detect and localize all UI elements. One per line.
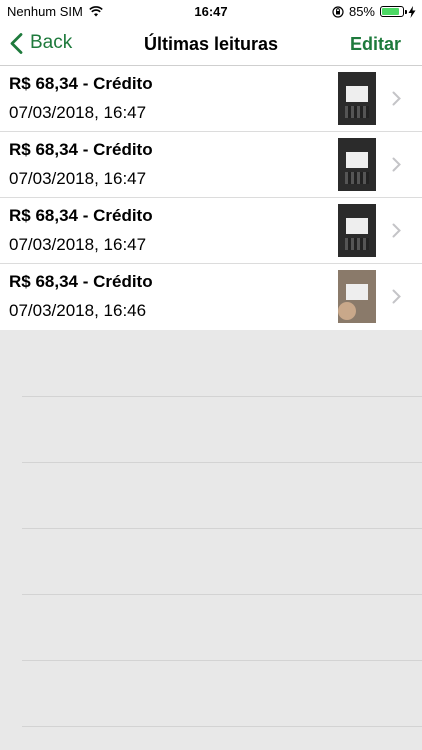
readings-list: R$ 68,34 - Crédito 07/03/2018, 16:47 R$ … [0,66,422,330]
charging-bolt-icon [408,5,416,18]
reading-row[interactable]: R$ 68,34 - Crédito 07/03/2018, 16:47 [0,132,422,198]
separator [22,462,422,463]
reading-title: R$ 68,34 - Crédito [9,140,153,159]
chevron-right-icon [392,91,401,106]
separator [22,660,422,661]
receipt-thumbnail [338,138,376,191]
reading-row[interactable]: R$ 68,34 - Crédito 07/03/2018, 16:47 [0,198,422,264]
chevron-right-icon [392,157,401,172]
navigation-bar: Back Últimas leituras Editar [0,22,422,66]
status-right: 85% [332,4,416,19]
battery-percent: 85% [348,4,375,19]
orientation-lock-icon [332,5,344,18]
reading-date: 07/03/2018, 16:46 [9,301,147,320]
edit-button[interactable]: Editar [350,34,401,55]
status-bar: Nenhum SIM 16:47 85% [0,0,422,22]
reading-title: R$ 68,34 - Crédito [9,74,153,93]
reading-date: 07/03/2018, 16:47 [9,235,147,254]
separator [22,594,422,595]
empty-list-area [0,330,422,750]
chevron-right-icon [392,289,401,304]
chevron-right-icon [392,223,401,238]
battery-nub [405,10,407,14]
separator [22,726,422,727]
reading-title: R$ 68,34 - Crédito [9,206,153,225]
reading-row[interactable]: R$ 68,34 - Crédito 07/03/2018, 16:47 [0,66,422,132]
reading-title: R$ 68,34 - Crédito [9,272,153,291]
reading-date: 07/03/2018, 16:47 [9,169,147,188]
separator [22,396,422,397]
battery-level [382,8,399,15]
separator [22,528,422,529]
receipt-thumbnail [338,204,376,257]
receipt-thumbnail [338,270,376,323]
reading-date: 07/03/2018, 16:47 [9,103,147,122]
receipt-thumbnail [338,72,376,125]
battery-icon [380,6,407,17]
reading-row[interactable]: R$ 68,34 - Crédito 07/03/2018, 16:46 [0,264,422,330]
